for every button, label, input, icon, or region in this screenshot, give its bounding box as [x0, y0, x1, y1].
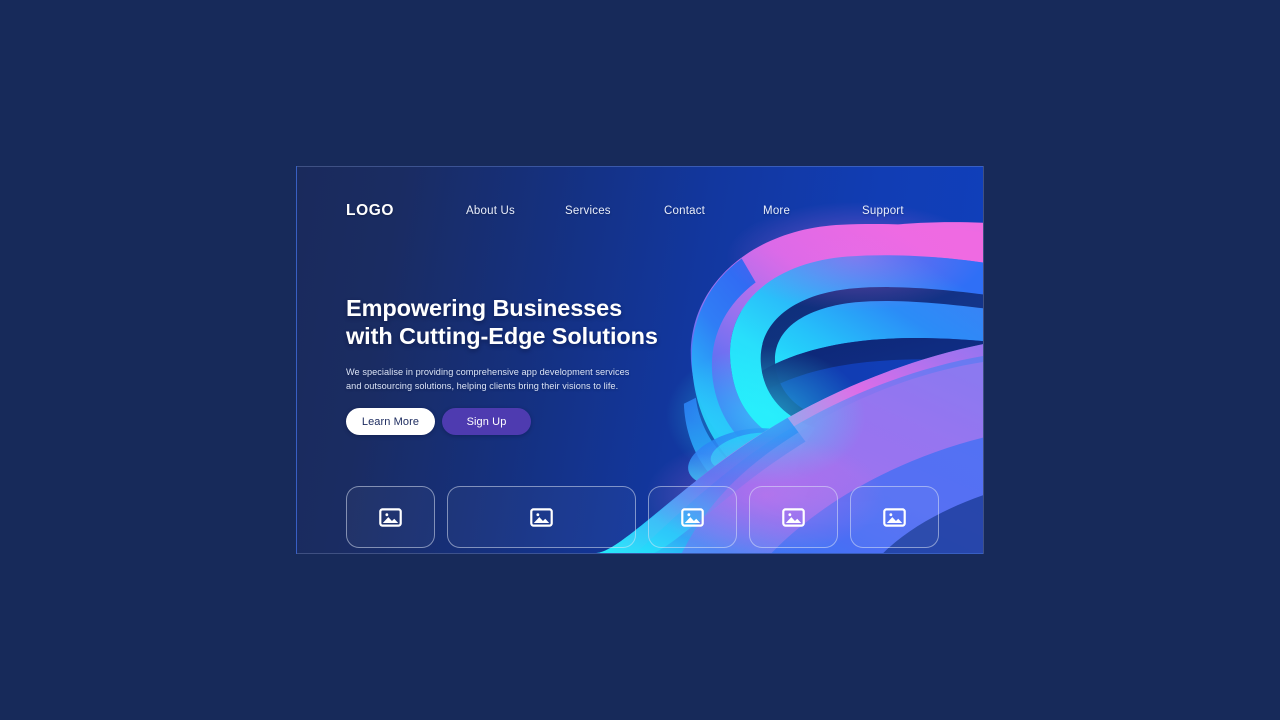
brand-logo[interactable]: LOGO — [346, 202, 394, 220]
image-placeholder-icon — [530, 507, 553, 527]
media-card[interactable] — [346, 486, 435, 548]
nav-link-about-us[interactable]: About Us — [466, 205, 565, 217]
media-card[interactable] — [749, 486, 838, 548]
site-header: LOGO About Us Services Contact More Supp… — [297, 167, 983, 255]
media-card[interactable] — [648, 486, 737, 548]
sign-up-button[interactable]: Sign Up — [442, 408, 531, 435]
hero-headline: Empowering Businesses with Cutting-Edge … — [346, 295, 666, 351]
image-placeholder-icon — [782, 507, 805, 527]
nav-link-contact[interactable]: Contact — [664, 205, 763, 217]
nav-link-services[interactable]: Services — [565, 205, 664, 217]
hero-subtext: We specialise in providing comprehensive… — [346, 366, 630, 392]
media-card[interactable] — [850, 486, 939, 548]
hero-headline-line1: Empowering Businesses — [346, 295, 623, 321]
hero-headline-line2: with Cutting-Edge Solutions — [346, 322, 658, 349]
media-card-row — [346, 486, 939, 548]
image-placeholder-icon — [883, 507, 906, 527]
primary-nav: About Us Services Contact More Support — [466, 205, 961, 217]
image-placeholder-icon — [681, 507, 704, 527]
hero-panel: LOGO About Us Services Contact More Supp… — [296, 166, 984, 554]
hero-copy-block: Empowering Businesses with Cutting-Edge … — [346, 295, 666, 394]
nav-link-support[interactable]: Support — [862, 205, 961, 217]
media-card[interactable] — [447, 486, 636, 548]
nav-link-more[interactable]: More — [763, 205, 862, 217]
learn-more-button[interactable]: Learn More — [346, 408, 435, 435]
image-placeholder-icon — [379, 507, 402, 527]
cta-button-row: Learn More Sign Up — [346, 408, 531, 435]
